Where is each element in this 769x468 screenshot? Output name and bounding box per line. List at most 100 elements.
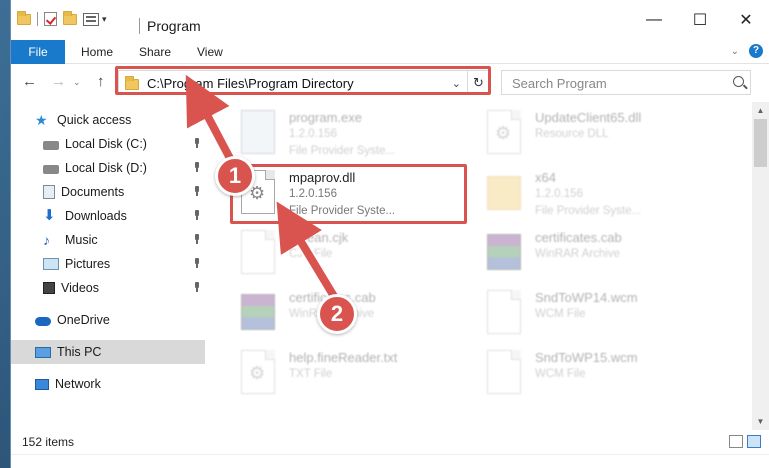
nav-item-local-disk-d[interactable]: Local Disk (D:) xyxy=(11,156,205,180)
file-name: SndToWP14.wcm xyxy=(535,290,638,305)
new-folder-icon[interactable] xyxy=(63,10,77,25)
exe-icon xyxy=(241,110,275,154)
file-highlight-box xyxy=(230,164,467,224)
file-item[interactable]: SndToWP15.wcm WCM File xyxy=(477,346,717,406)
file-type: WinRAR Archive xyxy=(535,248,620,260)
file-name: help.fineReader.txt xyxy=(289,350,398,365)
qat-dropdown-icon[interactable]: ▾ xyxy=(102,14,107,25)
scroll-up-icon[interactable]: ▲ xyxy=(752,102,769,119)
tab-share[interactable]: Share xyxy=(139,40,171,64)
file-type: CJK File xyxy=(289,248,333,260)
file-item[interactable]: SndToWP14.wcm WCM File xyxy=(477,286,717,346)
file-name: certificates.cab xyxy=(535,230,622,245)
nav-item-downloads[interactable]: ⬇ Downloads xyxy=(11,204,205,228)
pictures-icon xyxy=(43,258,59,270)
step-1-badge: 1 xyxy=(215,156,255,196)
nav-item-label: Quick access xyxy=(57,113,132,127)
address-highlight-box xyxy=(115,66,491,95)
file-name: program.exe xyxy=(289,110,362,125)
file-name: SndToWP15.wcm xyxy=(535,350,638,365)
recent-locations-icon[interactable]: ⌄ xyxy=(73,77,81,88)
nav-item-videos[interactable]: Videos xyxy=(11,276,205,300)
file-icon xyxy=(241,350,275,394)
file-list: program.exe 1.2.0.156 File Provider Syst… xyxy=(221,102,749,430)
nav-item-label: Pictures xyxy=(65,257,111,271)
pin-icon xyxy=(193,138,201,148)
window-controls: — ☐ ✕ xyxy=(631,0,769,40)
explorer-window: ▾ Program — ☐ ✕ File Home Share View ⌄ ?… xyxy=(10,0,769,468)
view-toggle xyxy=(729,435,761,448)
expand-ribbon-icon[interactable]: ⌄ xyxy=(731,46,739,57)
nav-item-pictures[interactable]: Pictures xyxy=(11,252,205,276)
downloads-icon: ⬇ xyxy=(43,207,56,224)
pin-icon xyxy=(193,258,201,268)
title-bar: ▾ Program — ☐ ✕ xyxy=(11,0,769,40)
disk-icon xyxy=(43,141,59,150)
scroll-thumb[interactable] xyxy=(754,119,767,167)
file-type: File Provider Syste... xyxy=(535,205,642,217)
nav-item-label: OneDrive xyxy=(57,313,110,327)
minimize-button[interactable]: — xyxy=(631,0,677,40)
nav-item-quick-access[interactable]: ★ Quick access xyxy=(11,108,205,132)
search-icon[interactable] xyxy=(733,76,744,87)
folder-icon xyxy=(17,10,31,25)
back-icon[interactable]: ← xyxy=(22,73,37,90)
up-icon[interactable]: ↑ xyxy=(97,73,105,90)
maximize-button[interactable]: ☐ xyxy=(677,0,723,40)
file-type: Resource DLL xyxy=(535,128,609,140)
file-name: x64 xyxy=(535,170,556,185)
file-type: TXT File xyxy=(289,368,333,380)
disk-icon xyxy=(43,165,59,174)
window-title: Program xyxy=(147,18,201,34)
nav-item-local-disk-c[interactable]: Local Disk (C:) xyxy=(11,132,205,156)
ribbon-tabs: File Home Share View xyxy=(11,40,769,64)
details-view-icon[interactable] xyxy=(729,435,743,448)
file-item[interactable]: corean.cjk CJK File xyxy=(231,226,471,286)
nav-item-this-pc[interactable]: This PC xyxy=(11,340,205,364)
pin-icon xyxy=(193,162,201,172)
nav-item-network[interactable]: Network xyxy=(11,372,205,396)
nav-item-onedrive[interactable]: OneDrive xyxy=(11,308,205,332)
customize-icon[interactable] xyxy=(83,12,99,26)
file-icon xyxy=(487,350,521,394)
qat-separator xyxy=(37,12,38,26)
help-icon[interactable]: ? xyxy=(749,44,763,58)
close-button[interactable]: ✕ xyxy=(723,0,769,40)
pin-icon xyxy=(193,210,201,220)
nav-item-documents[interactable]: Documents xyxy=(11,180,205,204)
properties-check-icon[interactable] xyxy=(44,12,57,26)
navigation-pane: ★ Quick access Local Disk (C:) Local Dis… xyxy=(11,102,205,430)
nav-item-label: Local Disk (D:) xyxy=(65,161,147,175)
file-item[interactable]: certificates.cab WinRAR Archive xyxy=(477,226,717,286)
nav-item-music[interactable]: ♪ Music xyxy=(11,228,205,252)
title-separator xyxy=(139,18,140,34)
file-item[interactable]: x64 1.2.0.156 File Provider Syste... xyxy=(477,166,717,226)
nav-item-label: Documents xyxy=(61,185,125,199)
nav-item-label: Music xyxy=(65,233,98,247)
vertical-scrollbar[interactable]: ▲ ▼ xyxy=(752,102,769,430)
scroll-down-icon[interactable]: ▼ xyxy=(752,413,769,430)
file-version: 1.2.0.156 xyxy=(289,128,337,140)
onedrive-icon xyxy=(35,317,51,326)
tab-home[interactable]: Home xyxy=(81,40,113,64)
music-icon: ♪ xyxy=(43,232,50,248)
file-type: File Provider Syste... xyxy=(289,145,396,157)
nav-item-label: Downloads xyxy=(65,209,127,223)
tab-view[interactable]: View xyxy=(197,40,223,64)
videos-icon xyxy=(43,282,55,294)
nav-item-label: Network xyxy=(55,377,101,391)
file-item[interactable]: help.fineReader.txt TXT File xyxy=(231,346,471,406)
file-type: WCM File xyxy=(535,368,586,380)
forward-icon[interactable]: → xyxy=(51,73,66,90)
file-item[interactable]: program.exe 1.2.0.156 File Provider Syst… xyxy=(231,106,471,166)
quick-access-toolbar: ▾ xyxy=(17,10,107,26)
file-icon xyxy=(487,290,521,334)
nav-item-label: Local Disk (C:) xyxy=(65,137,147,151)
file-item[interactable]: UpdateClient65.dll Resource DLL xyxy=(477,106,717,166)
status-bar: 152 items xyxy=(11,430,769,454)
pin-icon xyxy=(193,234,201,244)
file-version: 1.2.0.156 xyxy=(535,188,583,200)
tab-file[interactable]: File xyxy=(11,40,65,64)
tiles-view-icon[interactable] xyxy=(747,435,761,448)
search-box[interactable]: Search Program xyxy=(501,70,751,95)
